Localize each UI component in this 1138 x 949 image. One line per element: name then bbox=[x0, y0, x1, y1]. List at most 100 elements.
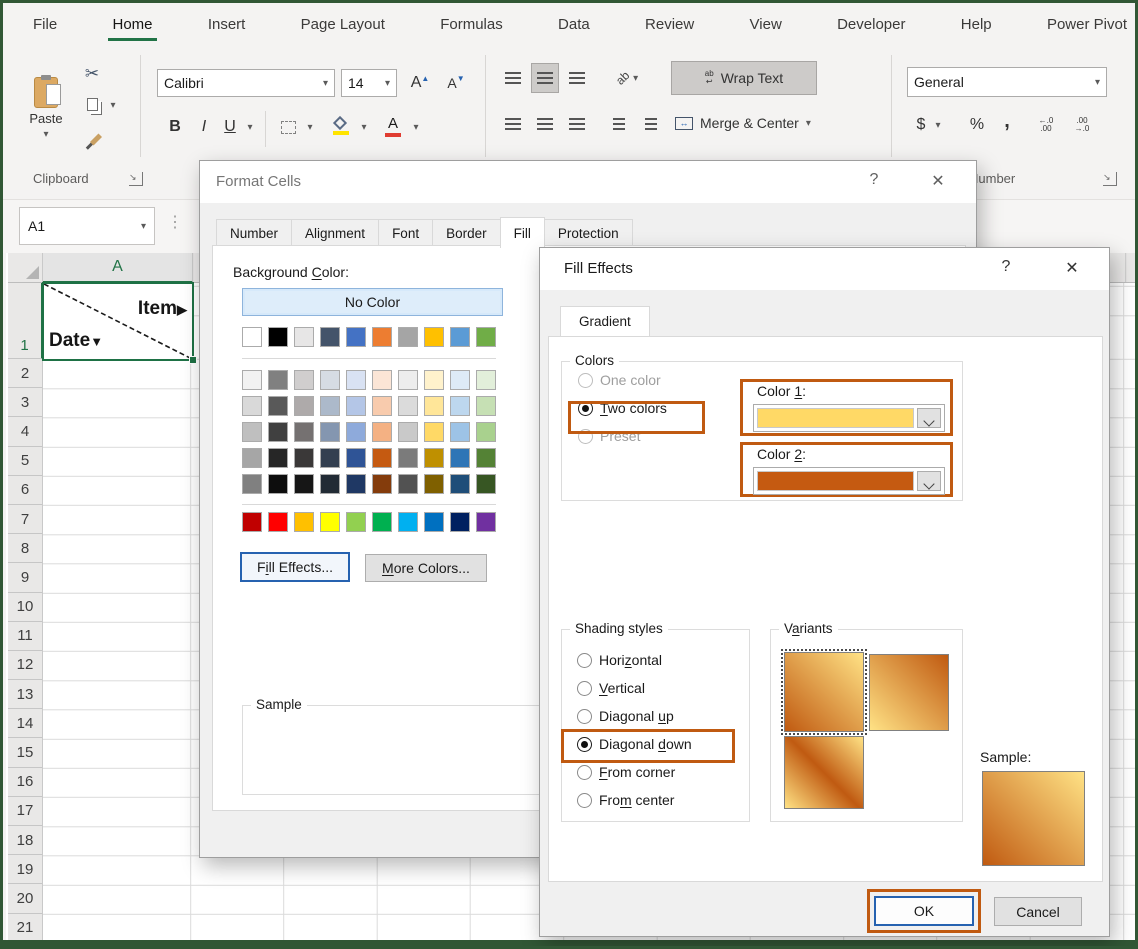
color-swatch[interactable] bbox=[320, 370, 340, 390]
color-swatch[interactable] bbox=[372, 327, 392, 347]
color-swatch[interactable] bbox=[372, 474, 392, 494]
italic-button[interactable]: I bbox=[193, 113, 215, 141]
color-swatch[interactable] bbox=[372, 448, 392, 468]
tab-fill[interactable]: Fill bbox=[499, 217, 545, 248]
diagonal-down-radio[interactable]: Diagonal down bbox=[577, 736, 692, 752]
column-header-a[interactable]: A bbox=[43, 253, 193, 283]
tab-protection[interactable]: Protection bbox=[543, 219, 633, 248]
increase-decimal-button[interactable]: ←.0.00 bbox=[1031, 111, 1061, 139]
color-swatch[interactable] bbox=[424, 370, 444, 390]
color1-dropdown[interactable] bbox=[753, 404, 945, 432]
color-swatch[interactable] bbox=[476, 370, 496, 390]
color-swatch[interactable] bbox=[398, 448, 418, 468]
decrease-font-button[interactable]: A ▼ bbox=[441, 69, 471, 97]
color-swatch[interactable] bbox=[476, 474, 496, 494]
color-swatch[interactable] bbox=[372, 370, 392, 390]
color-swatch[interactable] bbox=[268, 448, 288, 468]
increase-indent-button[interactable] bbox=[637, 109, 665, 139]
color-swatch[interactable] bbox=[268, 422, 288, 442]
font-size-combo[interactable]: 14 ▾ bbox=[341, 69, 397, 97]
from-center-radio[interactable]: From center bbox=[577, 792, 674, 808]
color-swatch[interactable] bbox=[424, 512, 444, 532]
color-swatch[interactable] bbox=[476, 327, 496, 347]
chevron-down-icon[interactable] bbox=[917, 471, 941, 491]
color-swatch[interactable] bbox=[398, 474, 418, 494]
color-swatch[interactable] bbox=[398, 396, 418, 416]
color-swatch[interactable] bbox=[294, 474, 314, 494]
color-swatch[interactable] bbox=[268, 327, 288, 347]
color-swatch[interactable] bbox=[346, 422, 366, 442]
color-swatch[interactable] bbox=[320, 327, 340, 347]
row-header[interactable]: 2 bbox=[8, 359, 42, 389]
color-swatch[interactable] bbox=[450, 396, 470, 416]
color-swatch[interactable] bbox=[320, 396, 340, 416]
color-swatch[interactable] bbox=[346, 327, 366, 347]
tab-developer[interactable]: Developer bbox=[835, 14, 907, 41]
variant-2-swatch[interactable] bbox=[869, 654, 949, 731]
percent-style-button[interactable]: % bbox=[965, 111, 989, 139]
color-swatch[interactable] bbox=[294, 327, 314, 347]
paste-button[interactable]: Paste ▾ bbox=[19, 59, 73, 157]
accounting-format-button[interactable]: $ bbox=[911, 111, 931, 139]
tab-alignment[interactable]: Alignment bbox=[291, 219, 380, 248]
row-header[interactable]: 12 bbox=[8, 651, 42, 681]
decrease-decimal-button[interactable]: .00 →.0 bbox=[1067, 111, 1097, 139]
row-header[interactable]: 4 bbox=[8, 417, 42, 447]
color-swatch[interactable] bbox=[398, 512, 418, 532]
row-header[interactable]: 14 bbox=[8, 709, 42, 739]
tab-number[interactable]: Number bbox=[216, 219, 293, 248]
format-painter-button[interactable] bbox=[85, 129, 107, 149]
tab-power-pivot[interactable]: Power Pivot bbox=[1045, 14, 1129, 41]
fill-effects-button[interactable]: Fi ll Effects... bbox=[240, 552, 350, 582]
number-format-combo[interactable]: General ▾ bbox=[907, 67, 1107, 97]
orientation-button[interactable]: ab ▾ bbox=[605, 63, 649, 93]
copy-button[interactable] bbox=[83, 95, 101, 113]
underline-button[interactable]: U bbox=[219, 113, 241, 141]
variant-1-swatch[interactable] bbox=[781, 649, 867, 735]
color-swatch[interactable] bbox=[320, 474, 340, 494]
tab-font[interactable]: Font bbox=[378, 219, 434, 248]
bold-button[interactable]: B bbox=[163, 113, 187, 141]
color-swatch[interactable] bbox=[372, 512, 392, 532]
close-icon[interactable]: ✕ bbox=[1058, 258, 1086, 278]
diagonal-up-radio[interactable]: Diagonal up bbox=[577, 708, 674, 724]
font-color-dropdown[interactable]: ▾ bbox=[409, 119, 423, 135]
name-box[interactable]: A1 ▾ bbox=[19, 207, 155, 245]
color-swatch[interactable] bbox=[242, 512, 262, 532]
vertical-radio[interactable]: Vertical bbox=[577, 680, 645, 696]
color-swatch[interactable] bbox=[242, 448, 262, 468]
align-left-button[interactable] bbox=[499, 109, 527, 139]
cancel-button[interactable]: Cancel bbox=[994, 897, 1082, 926]
align-top-button[interactable] bbox=[499, 63, 527, 93]
tab-formulas[interactable]: Formulas bbox=[438, 14, 505, 41]
color-swatch[interactable] bbox=[268, 370, 288, 390]
color-swatch[interactable] bbox=[450, 370, 470, 390]
copy-dropdown[interactable]: ▾ bbox=[107, 99, 119, 111]
row-header[interactable]: 16 bbox=[8, 768, 42, 797]
variant-3-swatch[interactable] bbox=[784, 736, 864, 809]
font-name-combo[interactable]: Calibri ▾ bbox=[157, 69, 335, 97]
row-header[interactable]: 5 bbox=[8, 447, 42, 476]
color-swatch[interactable] bbox=[372, 422, 392, 442]
fill-color-button[interactable] bbox=[329, 113, 353, 139]
row-header[interactable]: 21 bbox=[8, 914, 42, 940]
comma-style-button[interactable]: , bbox=[999, 107, 1015, 135]
row-header[interactable]: 13 bbox=[8, 680, 42, 710]
borders-dropdown[interactable]: ▾ bbox=[303, 119, 317, 135]
underline-dropdown[interactable]: ▾ bbox=[243, 119, 257, 135]
preset-radio[interactable]: Preset bbox=[578, 428, 640, 444]
tab-data[interactable]: Data bbox=[556, 14, 592, 41]
row-header[interactable]: 20 bbox=[8, 884, 42, 914]
color-swatch[interactable] bbox=[294, 512, 314, 532]
chevron-down-icon[interactable] bbox=[917, 408, 941, 428]
horizontal-radio[interactable]: Horizontal bbox=[577, 652, 662, 668]
color-swatch[interactable] bbox=[424, 422, 444, 442]
color-swatch[interactable] bbox=[242, 370, 262, 390]
color-swatch[interactable] bbox=[398, 422, 418, 442]
color-swatch[interactable] bbox=[424, 474, 444, 494]
help-button[interactable]: ? bbox=[860, 171, 888, 189]
color-swatch[interactable] bbox=[424, 396, 444, 416]
row-header[interactable]: 3 bbox=[8, 388, 42, 418]
color-swatch[interactable] bbox=[450, 422, 470, 442]
row-header[interactable]: 7 bbox=[8, 505, 42, 535]
